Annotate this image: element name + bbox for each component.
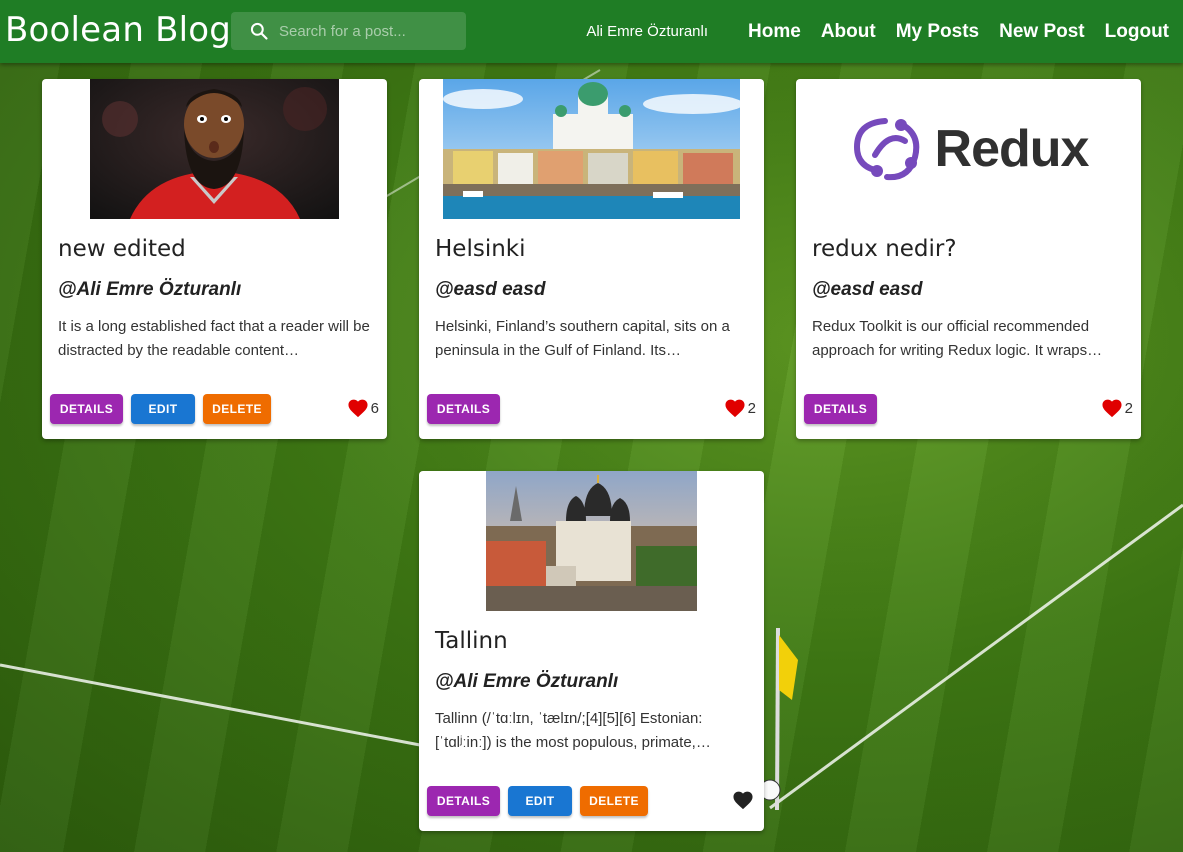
post-excerpt: Helsinki, Finland’s southern capital, si… xyxy=(435,318,730,359)
search-input[interactable] xyxy=(279,22,459,40)
nav-new-post[interactable]: New Post xyxy=(999,21,1085,43)
post-actions: DETAILS EDIT DELETE xyxy=(50,394,279,424)
post-author: @Ali Emre Özturanlı xyxy=(435,671,619,692)
delete-button[interactable]: DELETE xyxy=(203,394,271,424)
like-control[interactable]: 2 xyxy=(1101,398,1133,418)
redux-logo-text: Redux xyxy=(934,120,1090,178)
post-card: Tallinn @Ali Emre Özturanlı Tallinn (/ˈt… xyxy=(419,471,764,831)
post-title: new edited xyxy=(58,236,186,262)
post-title: Tallinn xyxy=(435,628,508,654)
like-control[interactable] xyxy=(732,790,756,810)
post-card: Helsinki @easd easd Helsinki, Finland’s … xyxy=(419,79,764,439)
nav-logout[interactable]: Logout xyxy=(1105,21,1169,43)
nav-my-posts[interactable]: My Posts xyxy=(896,21,979,43)
details-button[interactable]: DETAILS xyxy=(427,786,500,816)
details-button[interactable]: DETAILS xyxy=(50,394,123,424)
post-actions: DETAILS xyxy=(427,394,508,424)
search-icon xyxy=(250,22,268,40)
post-excerpt: It is a long established fact that a rea… xyxy=(58,318,370,359)
post-author: @easd easd xyxy=(435,279,546,300)
app-bar: Boolean Blog Ali Emre Özturanlı Home Abo… xyxy=(0,0,1183,63)
post-actions: DETAILS EDIT DELETE xyxy=(427,786,656,816)
post-image-redux-logo: Redux xyxy=(796,79,1141,219)
heart-icon[interactable] xyxy=(1101,398,1123,418)
post-image-helsinki xyxy=(443,79,740,219)
heart-icon[interactable] xyxy=(347,398,369,418)
post-title: Helsinki xyxy=(435,236,526,262)
post-title: redux nedir? xyxy=(812,236,957,262)
post-image-bearded-player xyxy=(90,79,339,219)
post-actions: DETAILS xyxy=(804,394,885,424)
edit-button[interactable]: EDIT xyxy=(508,786,572,816)
corner-flag xyxy=(759,627,798,811)
like-control[interactable]: 2 xyxy=(724,398,756,418)
like-count: 2 xyxy=(1124,399,1133,417)
heart-icon[interactable] xyxy=(724,398,746,418)
post-excerpt: Tallinn (/ˈtɑːlɪn, ˈtælɪn/;[4][5][6] Est… xyxy=(435,710,711,751)
nav-about[interactable]: About xyxy=(821,21,876,43)
nav-bar: Ali Emre Özturanlı Home About My Posts N… xyxy=(586,0,1169,63)
brand-title[interactable]: Boolean Blog xyxy=(5,10,231,50)
details-button[interactable]: DETAILS xyxy=(427,394,500,424)
edit-button[interactable]: EDIT xyxy=(131,394,195,424)
current-user-name: Ali Emre Özturanlı xyxy=(586,23,709,40)
delete-button[interactable]: DELETE xyxy=(580,786,648,816)
post-excerpt: Redux Toolkit is our official recommende… xyxy=(812,318,1103,359)
redux-logo-icon xyxy=(853,118,919,181)
post-author: @Ali Emre Özturanlı xyxy=(58,279,242,300)
like-count: 6 xyxy=(370,399,379,417)
nav-home[interactable]: Home xyxy=(748,21,801,43)
post-image-tallinn xyxy=(486,471,697,611)
details-button[interactable]: DETAILS xyxy=(804,394,877,424)
post-card: Redux redux nedir? @easd easd Redux Tool… xyxy=(796,79,1141,439)
like-control[interactable]: 6 xyxy=(347,398,379,418)
post-author: @easd easd xyxy=(812,279,923,300)
post-card: new edited @Ali Emre Özturanlı It is a l… xyxy=(42,79,387,439)
heart-icon[interactable] xyxy=(732,790,754,810)
like-count: 2 xyxy=(747,399,756,417)
search-box[interactable] xyxy=(231,12,466,50)
